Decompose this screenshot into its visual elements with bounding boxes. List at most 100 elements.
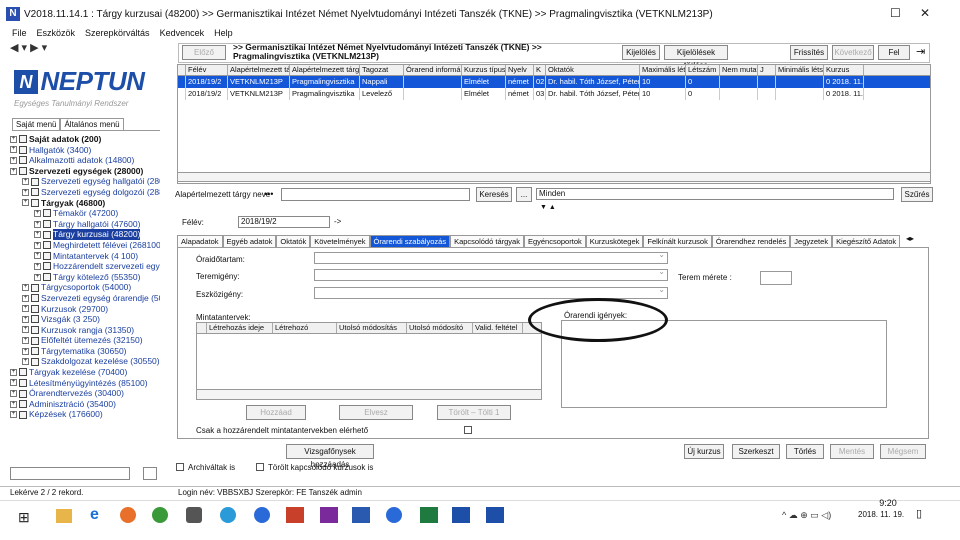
grid-column-header[interactable]: Nyelv [506,65,534,75]
file-explorer-icon[interactable] [56,509,72,523]
expand-icon[interactable]: + [22,326,29,334]
tree-item[interactable]: + Szervezeti egység órarendje (500 [10,293,160,304]
apply-filter-button[interactable]: Szűrés [901,187,933,202]
filter-dropdown[interactable]: Minden [536,188,894,200]
tab-own-menu[interactable]: Saját menü [12,118,61,130]
dots-button[interactable]: ... [516,187,532,202]
expand-icon[interactable]: + [10,400,17,408]
curricula-column-header[interactable]: Létrehozó [273,323,337,333]
dock-icon[interactable]: ⇥ [916,45,925,58]
curricula-column-header[interactable]: Utolsó módosító [407,323,473,333]
tree-item[interactable]: + Hallgatók (3400) [10,145,160,156]
row-checkbox[interactable] [178,88,186,100]
room-size-input[interactable] [760,271,792,285]
tree-item[interactable]: + Alkalmazotti adatok (14800) [10,155,160,166]
table-row[interactable]: 2018/19/2 VETKNLM213P Pragmalingvisztika Le… [178,88,930,100]
app-icon-11[interactable] [386,507,402,523]
tree-item[interactable]: + Tárgyak (46800) [10,198,160,209]
menu-favorites[interactable]: Kedvencek [160,28,205,40]
firefox-icon[interactable] [120,507,136,523]
row-checkbox[interactable] [178,76,186,88]
semester-arrow[interactable]: -> [334,217,341,226]
curricula-column-header[interactable]: Utolsó módosítás [337,323,407,333]
tree-item[interactable]: + Meghirdetett félévei (268100) [10,240,160,251]
deleted-courses-checkbox[interactable] [256,463,264,471]
delete-button[interactable]: Törlés [786,444,824,459]
expand-icon[interactable]: + [22,315,29,323]
grid-scrollbar[interactable] [177,172,931,182]
menu-help[interactable]: Help [214,28,233,40]
start-icon[interactable]: ⊞ [18,509,30,526]
deleted-curriculum-button[interactable]: Törölt – Tölti 1 [437,405,511,420]
tree-item[interactable]: + Saját adatok (200) [10,134,160,145]
tree-item[interactable]: + Szervezeti egység hallgatói (2800 [10,176,160,187]
expand-icon[interactable]: + [34,241,41,249]
expand-icon[interactable]: + [34,252,41,260]
grid-column-header[interactable]: Létszám [686,65,720,75]
tree-item[interactable]: + Vizsgák (3 250) [10,314,160,325]
tree-item[interactable]: + Témakör (47200) [10,208,160,219]
tree-item[interactable]: + Szakdolgozat kezelése (30550) [10,356,160,367]
expand-icon[interactable]: + [22,337,29,345]
filter-operator[interactable]: ••• [264,189,273,199]
semester-select[interactable]: 2018/19/2 [238,216,330,228]
expand-icon[interactable]: + [22,199,29,207]
tree-item[interactable]: + Szervezeti egység dolgozói (2880 [10,187,160,198]
up-button[interactable]: Fel [878,45,910,60]
expand-icon[interactable]: + [34,231,41,239]
maximize-icon[interactable]: ☐ [890,6,901,20]
expand-icon[interactable]: + [22,188,29,196]
app-icon-9[interactable] [320,507,338,523]
add-curriculum-button[interactable]: Hozzáad [246,405,306,420]
tree-item[interactable]: + Adminisztráció (35400) [10,399,160,410]
expand-icon[interactable]: + [34,262,41,270]
skype-icon[interactable] [220,507,236,523]
prev-button[interactable]: Előző [182,45,226,60]
tree-item[interactable]: + Létesítményügyintézés (85100) [10,378,160,389]
grid-column-header[interactable]: Kurzus típus [462,65,506,75]
expand-icon[interactable]: + [10,379,17,387]
tree-item[interactable]: + Tárgyak kezelése (70400) [10,367,160,378]
menu-role[interactable]: Szerepkörváltás [85,28,150,40]
search-button[interactable]: Keresés [476,187,512,202]
expand-icon[interactable]: + [22,358,29,366]
special-add-button[interactable]: Vizsgafőnysek hozzáadás [286,444,374,469]
expand-icon[interactable]: + [34,273,41,281]
archive-checkbox[interactable] [176,463,184,471]
expand-icon[interactable]: + [10,411,17,419]
expand-icon[interactable]: + [22,178,29,186]
left-search-button[interactable] [143,467,157,480]
word-icon[interactable] [352,507,370,523]
tree-item[interactable]: + Tárgy kurzusai (48200) [10,229,160,240]
grid-column-header[interactable]: K [534,65,546,75]
expand-icon[interactable]: + [10,146,17,154]
timeslot-select[interactable] [314,250,668,264]
excel-icon[interactable] [420,507,438,523]
tree-item[interactable]: + Hozzárendelt szervezeti egys [10,261,160,272]
expand-icon[interactable]: + [10,135,17,143]
tree-item[interactable]: + Képzések (176600) [10,409,160,420]
neptun-task-icon[interactable] [452,507,470,523]
curricula-scrollbar[interactable] [196,389,542,400]
neptun-task-icon-2[interactable] [486,507,504,523]
grid-column-header[interactable]: Nem mutat [720,65,758,75]
expand-icon[interactable]: + [34,209,41,217]
select-button[interactable]: Kijelölés [622,45,660,60]
system-tray-icons[interactable]: ^ ☁ ⊕ ▭ ◁) [782,510,831,521]
tree-item[interactable]: + Kurzusok rangja (31350) [10,325,160,336]
expand-icon[interactable]: + [22,294,29,302]
app-icon-7[interactable] [254,507,270,523]
tree-item[interactable]: + Előfeltét ütemezés (32150) [10,335,160,346]
filter-input[interactable] [281,188,470,201]
clock-time[interactable]: 9:20 [868,498,908,508]
clear-selection-button[interactable]: Kijelölések törlése [664,45,728,70]
chrome-icon[interactable] [152,507,168,523]
edit-button[interactable]: Szerkeszt [732,444,780,459]
back-icon[interactable]: ◀ [10,42,18,54]
expand-icon[interactable]: + [22,284,29,292]
forward-icon[interactable]: ▶ [30,42,38,54]
expand-icon[interactable]: + [10,368,17,376]
splitter-arrows-icon[interactable]: ▼ ▲ [540,204,556,211]
grid-column-header[interactable]: Alapértelmezett tárgy [228,65,290,75]
only-assigned-checkbox[interactable] [464,426,472,434]
